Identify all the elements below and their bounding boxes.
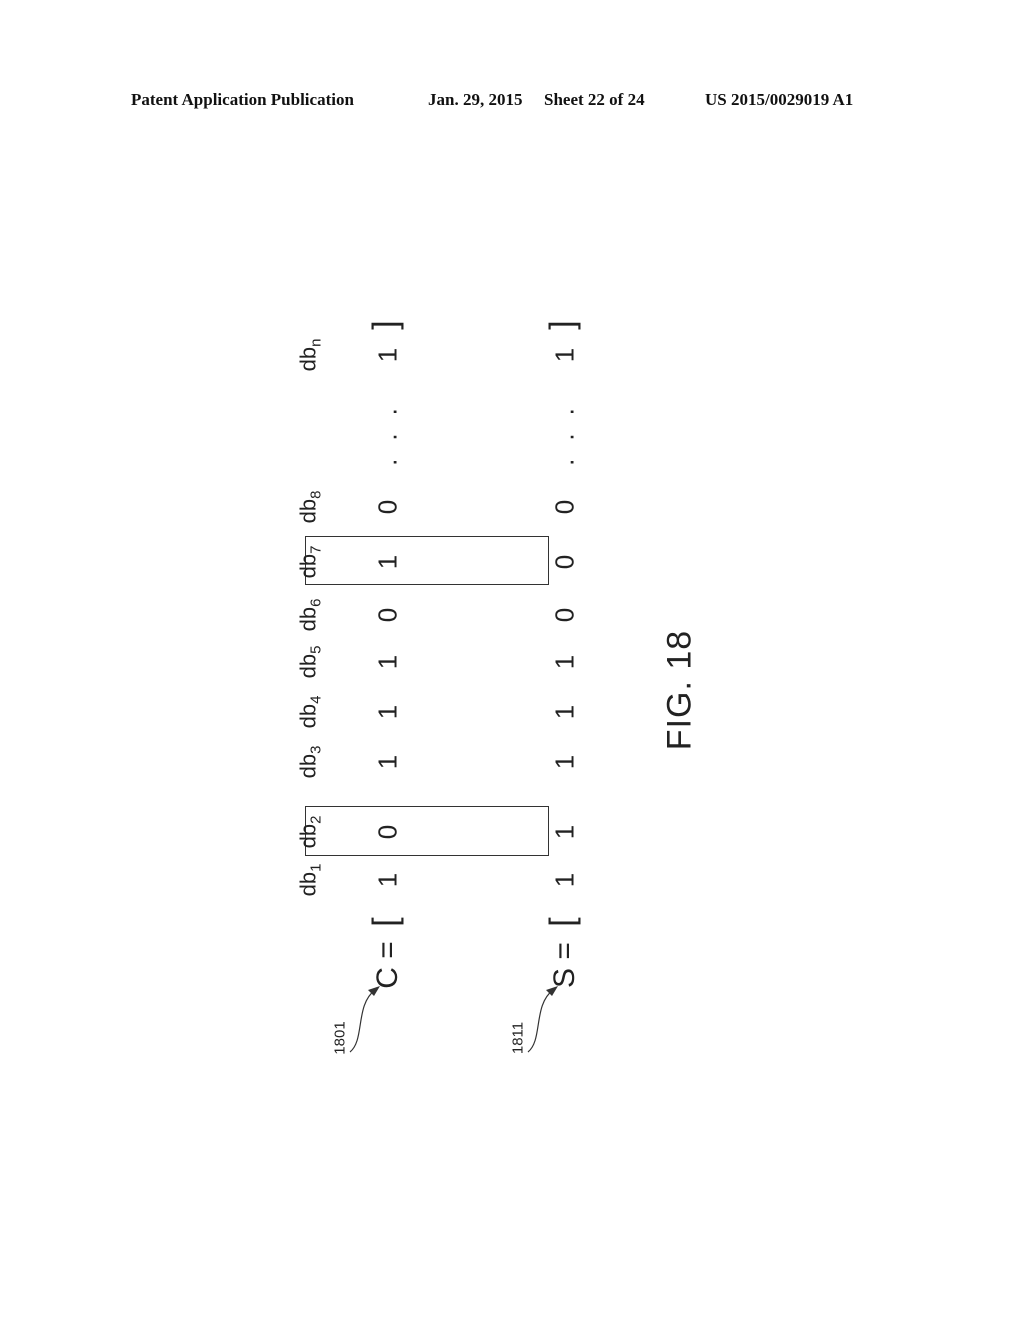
patent-number: US 2015/0029019 A1 [705,90,854,109]
figure-18: db1 db2 db3 db4 db5 db6 db7 db8 dbn 1 0 1 1 1 0 1 0... 1… [250,300,750,1100]
figure-caption: FIG. 18 [660,629,699,751]
sheet-number: Sheet 22 of 24 [544,90,645,109]
arrow-1811 [527,989,554,1053]
arrow-1801 [349,989,376,1053]
publication-date: Jan. 29, 2015 [428,90,523,109]
publication-type: Patent Application Publication [131,90,354,109]
